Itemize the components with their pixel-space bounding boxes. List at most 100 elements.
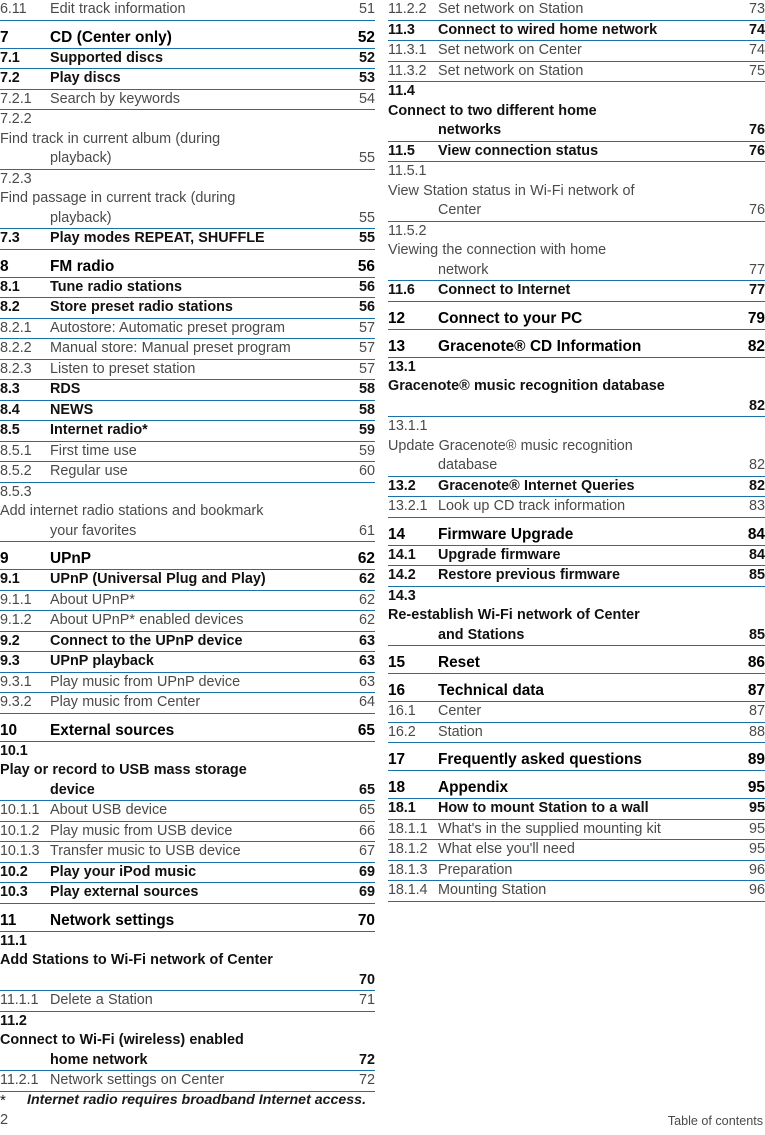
toc-row-page: 54 (358, 90, 375, 107)
toc-row[interactable]: 9.3.2 Play music from Center 64 (0, 693, 375, 714)
toc-row[interactable]: 7.2.2 Find track in current album (during… (0, 110, 375, 170)
toc-row[interactable]: 18.1.1 What's in the supplied mounting ki… (388, 820, 765, 840)
toc-row[interactable]: 14 Firmware Upgrade 84 (388, 524, 765, 546)
toc-row-number: 7.2 (0, 70, 20, 86)
toc-row-title: Frequently asked questions (438, 751, 642, 768)
toc-row-number: 18 (388, 779, 406, 796)
toc-row-number: 10.3 (0, 884, 28, 900)
toc-row-title: Center (438, 703, 482, 719)
toc-row[interactable]: 14.2 Restore previous firmware 85 (388, 566, 765, 587)
toc-row[interactable]: 10.1.3 Transfer music to USB device 67 (0, 842, 375, 863)
toc-row-title-line2: networks (438, 122, 502, 138)
toc-row-number: 10.2 (0, 863, 28, 880)
toc-row[interactable]: 13 Gracenote® CD Information 82 (388, 336, 765, 358)
toc-row[interactable]: 9.1.2 About UPnP* enabled devices 62 (0, 611, 375, 632)
toc-row[interactable]: 13.2 Gracenote® Internet Queries 82 (388, 477, 765, 497)
toc-row[interactable]: 18 Appendix 95 (388, 777, 765, 799)
toc-row-title: Manual store: Manual preset program (50, 340, 291, 356)
toc-row-number: 11.3.2 (388, 62, 427, 79)
toc-row[interactable]: 11.2 Connect to Wi-Fi (wireless) enabled h… (0, 1012, 375, 1071)
toc-row[interactable]: 8.3 RDS 58 (0, 380, 375, 401)
toc-row[interactable]: 7 CD (Center only) 52 (0, 27, 375, 49)
toc-row[interactable]: 8.4 NEWS 58 (0, 401, 375, 421)
toc-row-number: 9 (0, 550, 9, 567)
toc-row[interactable]: 11.5.2 Viewing the connection with home ne… (388, 222, 765, 281)
toc-row[interactable]: 8.5.1 First time use 59 (0, 442, 375, 462)
toc-row-page: 55 (358, 230, 375, 246)
toc-row-title: How to mount Station to a wall (438, 800, 649, 816)
toc-row[interactable]: 11.2.1 Network settings on Center 72 (0, 1071, 375, 1092)
toc-row-title-line2: home network (50, 1051, 148, 1068)
toc-row[interactable]: 9 UPnP 62 (0, 548, 375, 570)
toc-row[interactable]: 13.2.1 Look up CD track information 83 (388, 497, 765, 518)
toc-row[interactable]: 17 Frequently asked questions 89 (388, 749, 765, 771)
toc-row[interactable]: 11.1 Add Stations to Wi-Fi network of Cen… (0, 932, 375, 991)
toc-row-number: 7.2.1 (0, 90, 32, 107)
toc-row-title-line2-wrap: your favorites 61 (0, 522, 375, 542)
toc-row[interactable]: 11.5 View connection status 76 (388, 142, 765, 162)
toc-row[interactable]: 18.1.2 What else you'll need 95 (388, 840, 765, 861)
toc-row-title: Listen to preset station (50, 360, 196, 377)
toc-row-page: 52 (358, 49, 375, 66)
toc-row[interactable]: 7.2.1 Search by keywords 54 (0, 90, 375, 110)
toc-row[interactable]: 9.3 UPnP playback 63 (0, 652, 375, 673)
toc-row[interactable]: 11.2.2 Set network on Station 73 (388, 0, 765, 21)
toc-row[interactable]: 11.3.1 Set network on Center 74 (388, 41, 765, 62)
toc-row[interactable]: 12 Connect to your PC 79 (388, 308, 765, 330)
toc-row[interactable]: 11.3 Connect to wired home network 74 (388, 21, 765, 41)
toc-row[interactable]: 11.6 Connect to Internet 77 (388, 281, 765, 302)
toc-row[interactable]: 16 Technical data 87 (388, 680, 765, 702)
toc-row[interactable]: 11.3.2 Set network on Station 75 (388, 62, 765, 82)
toc-row[interactable]: 18.1.4 Mounting Station 96 (388, 881, 765, 902)
toc-row[interactable]: 10.1 Play or record to USB mass storage de… (0, 742, 375, 801)
toc-row-number: 7.1 (0, 49, 20, 66)
toc-row[interactable]: 15 Reset 86 (388, 652, 765, 674)
toc-row[interactable]: 18.1 How to mount Station to a wall 95 (388, 799, 765, 820)
toc-row[interactable]: 8.5.2 Regular use 60 (0, 462, 375, 483)
toc-row[interactable]: 10 External sources 65 (0, 720, 375, 742)
toc-row[interactable]: 9.1 UPnP (Universal Plug and Play) 62 (0, 570, 375, 591)
toc-row[interactable]: 10.1.1 About USB device 65 (0, 801, 375, 822)
toc-row[interactable]: 13.1.1 Update Gracenote® music recognitio… (388, 417, 765, 477)
toc-row[interactable]: 8.1 Tune radio stations 56 (0, 278, 375, 298)
toc-row[interactable]: 8.2.3 Listen to preset station 57 (0, 360, 375, 380)
toc-row-page: 67 (358, 843, 375, 859)
toc-row[interactable]: 18.1.3 Preparation 96 (388, 861, 765, 881)
toc-row[interactable]: 13.1 Gracenote® music recognition databas… (388, 358, 765, 417)
toc-row[interactable]: 8.5 Internet radio* 59 (0, 421, 375, 442)
toc-row[interactable]: 11.1.1 Delete a Station 71 (0, 991, 375, 1012)
toc-row[interactable]: 7.3 Play modes REPEAT, SHUFFLE 55 (0, 229, 375, 250)
toc-row-page: 52 (357, 28, 375, 46)
toc-row[interactable]: 11.4 Connect to two different home network… (388, 82, 765, 142)
toc-row[interactable]: 8 FM radio 56 (0, 256, 375, 278)
toc-row[interactable]: 11 Network settings 70 (0, 910, 375, 932)
toc-row[interactable]: 14.3 Re-establish Wi-Fi network of Center… (388, 587, 765, 646)
toc-row-page: 70 (357, 911, 375, 929)
toc-row-page: 62 (357, 550, 375, 567)
toc-row-number: 13.1 (388, 358, 416, 375)
toc-row-title-line2 (438, 397, 739, 417)
toc-row-title: Look up CD track information (438, 498, 626, 514)
toc-row[interactable]: 9.3.1 Play music from UPnP device 63 (0, 673, 375, 693)
toc-row[interactable]: 7.2.3 Find passage in current track (duri… (0, 170, 375, 229)
toc-row[interactable]: 9.2 Connect to the UPnP device 63 (0, 632, 375, 652)
toc-row[interactable]: 16.1 Center 87 (388, 702, 765, 723)
toc-row[interactable]: 10.2 Play your iPod music 69 (0, 863, 375, 883)
toc-row[interactable]: 7.1 Supported discs 52 (0, 49, 375, 69)
toc-row[interactable]: 10.3 Play external sources 69 (0, 883, 375, 904)
toc-row[interactable]: 6.11 Edit track information 51 (0, 0, 375, 21)
toc-row-number: 8.2.2 (0, 340, 32, 356)
toc-row-title: Play or record to USB mass storage (0, 762, 247, 778)
toc-row[interactable]: 9.1.1 About UPnP* 62 (0, 591, 375, 611)
toc-row[interactable]: 8.2.2 Manual store: Manual preset program… (0, 339, 375, 360)
toc-row[interactable]: 10.1.2 Play music from USB device 66 (0, 822, 375, 842)
toc-row[interactable]: 14.1 Upgrade firmware 84 (388, 546, 765, 566)
toc-row[interactable]: 8.2.1 Autostore: Automatic preset program… (0, 319, 375, 339)
toc-row[interactable]: 16.2 Station 88 (388, 723, 765, 743)
toc-row[interactable]: 11.5.1 View Station status in Wi-Fi netwo… (388, 162, 765, 222)
toc-row[interactable]: 8.5.3 Add internet radio stations and boo… (0, 483, 375, 542)
toc-row[interactable]: 8.2 Store preset radio stations 56 (0, 298, 375, 319)
toc-row-number: 8.5.1 (0, 442, 32, 459)
toc-page: 6.11 Edit track information 51 7 CD (Center … (0, 0, 765, 1135)
toc-row[interactable]: 7.2 Play discs 53 (0, 69, 375, 90)
